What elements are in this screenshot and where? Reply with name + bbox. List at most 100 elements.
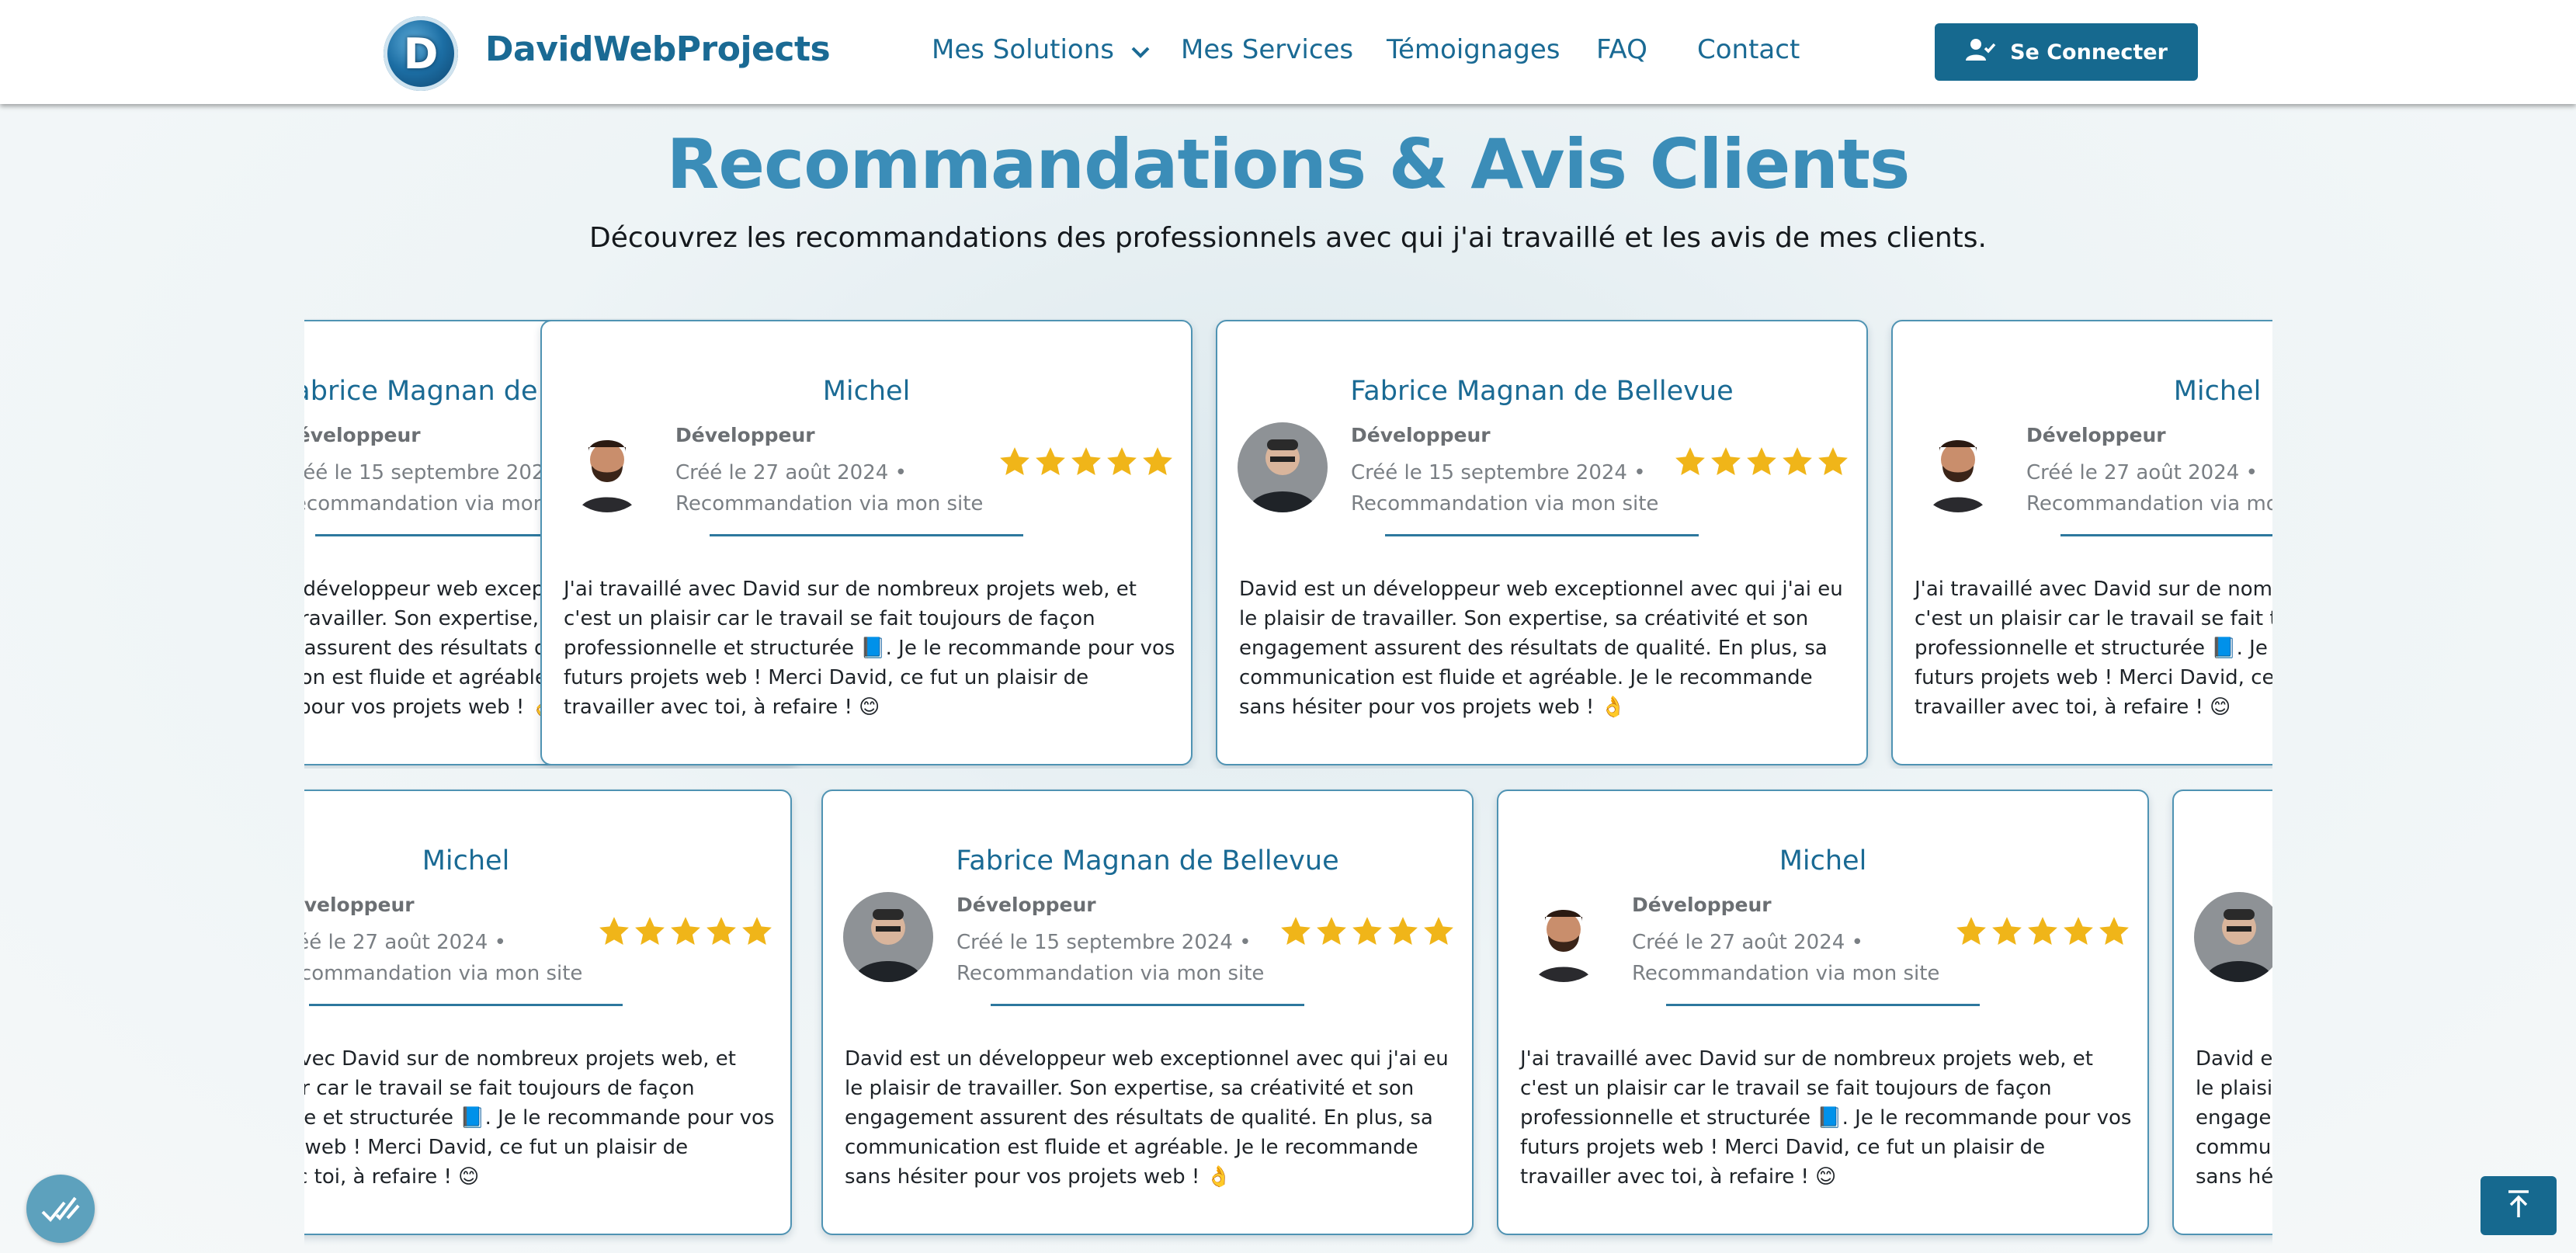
- author-name: Michel: [1779, 845, 1867, 876]
- brand-name[interactable]: DavidWebProjects: [485, 30, 831, 69]
- login-label: Se Connecter: [2010, 40, 2168, 64]
- author-name: Michel: [422, 845, 510, 876]
- site-header: D DavidWebProjects Mes Solutions Mes Ser…: [0, 0, 2576, 104]
- testimonial-text: David est un développeur web exceptionne…: [2196, 1047, 2272, 1189]
- star-icon: [1070, 446, 1102, 480]
- divider: [710, 534, 1023, 536]
- testimonial-source: Recommandation via mon site: [304, 962, 583, 985]
- nav-item-contact[interactable]: Contact: [1697, 34, 1800, 65]
- star-icon: [998, 446, 1031, 480]
- star-rating: [1955, 915, 2130, 949]
- nav-item-testimonials[interactable]: Témoignages: [1387, 34, 1560, 65]
- divider: [2060, 534, 2272, 536]
- star-icon: [1674, 446, 1706, 480]
- testimonials-carousel-row-1[interactable]: Fabrice Magnan de Bellevue Développeur C…: [304, 318, 2272, 769]
- star-icon: [598, 915, 630, 949]
- testimonial-date: Créé le 15 septembre 2024 •: [956, 931, 1252, 954]
- user-check-icon: [1965, 37, 1996, 68]
- star-icon: [2098, 915, 2130, 949]
- accessibility-button[interactable]: [26, 1175, 95, 1243]
- author-role: Développeur: [1632, 894, 1772, 916]
- testimonial-card: Michel Développeur Créé le 27 août 2024 …: [304, 790, 792, 1235]
- testimonial-date: Créé le 27 août 2024 •: [1632, 931, 1863, 954]
- star-icon: [1710, 446, 1742, 480]
- star-icon: [1781, 446, 1814, 480]
- divider: [991, 1004, 1304, 1006]
- testimonial-text: J'ai travaillé avec David sur de nombreu…: [1915, 578, 2272, 719]
- author-role: Développeur: [304, 424, 421, 446]
- testimonial-card: Fabrice Magnan de Bellevue Développeur C…: [1216, 320, 1868, 765]
- testimonial-text: J'ai travaillé avec David sur de nombreu…: [564, 578, 1175, 719]
- nav-item-services[interactable]: Mes Services: [1181, 34, 1353, 65]
- testimonial-card: Michel Développeur Créé le 27 août 2024 …: [1891, 320, 2272, 765]
- testimonial-card: Fabrice Magnan de Bellevue Développeur C…: [2172, 790, 2272, 1235]
- testimonial-card: Fabrice Magnan de Bellevue Développeur C…: [821, 790, 1474, 1235]
- star-icon: [2062, 915, 2095, 949]
- star-icon: [2026, 915, 2059, 949]
- section-title: Recommandations & Avis Clients: [666, 124, 1911, 204]
- star-icon: [705, 915, 738, 949]
- testimonial-date: Créé le 15 septembre 2024 •: [1351, 461, 1646, 484]
- star-icon: [1745, 446, 1778, 480]
- testimonial-text: David est un développeur web exceptionne…: [1239, 578, 1843, 719]
- testimonial-date: Créé le 27 août 2024 •: [304, 931, 506, 954]
- star-icon: [1106, 446, 1138, 480]
- star-icon: [1034, 446, 1067, 480]
- avatar: [1913, 422, 2003, 512]
- testimonial-source: Recommandation via mon site: [2026, 492, 2272, 515]
- avatar: [843, 892, 933, 982]
- testimonial-source: Recommandation via mon site: [1351, 492, 1659, 515]
- section-subtitle: Découvrez les recommandations des profes…: [589, 222, 1987, 254]
- testimonial-meta: Créé le 27 août 2024 • Recommandation vi…: [304, 927, 601, 989]
- testimonial-text: J'ai travaillé avec David sur de nombreu…: [304, 1047, 775, 1189]
- nav-item-solutions[interactable]: Mes Solutions: [932, 34, 1151, 67]
- accessibility-check-icon: [40, 1192, 82, 1226]
- author-name: Fabrice Magnan de Bellevue: [1350, 376, 1734, 407]
- author-role: Développeur: [675, 424, 815, 446]
- author-name: Fabrice Magnan de Bellevue: [2174, 845, 2272, 876]
- star-icon: [741, 915, 773, 949]
- star-rating: [998, 446, 1174, 480]
- avatar: [1238, 422, 1328, 512]
- testimonial-meta: Créé le 27 août 2024 • Recommandation vi…: [675, 457, 1002, 519]
- testimonial-date: Créé le 27 août 2024 •: [2026, 461, 2258, 484]
- author-role: Développeur: [956, 894, 1096, 916]
- divider: [1666, 1004, 1980, 1006]
- star-icon: [1387, 915, 1419, 949]
- star-icon: [1141, 446, 1174, 480]
- back-to-top-button[interactable]: [2481, 1176, 2557, 1235]
- divider: [309, 1004, 623, 1006]
- brand-logo[interactable]: D: [384, 16, 458, 91]
- testimonials-carousel-row-2[interactable]: Michel Développeur Créé le 27 août 2024 …: [304, 788, 2272, 1253]
- author-name: Fabrice Magnan de Bellevue: [956, 845, 1339, 876]
- testimonial-meta: Créé le 27 août 2024 • Recommandation vi…: [1632, 927, 1958, 989]
- testimonial-source: Recommandation via mon site: [1632, 962, 1940, 985]
- divider: [1385, 534, 1699, 536]
- avatar: [1519, 892, 1609, 982]
- avatar: [2194, 892, 2272, 982]
- testimonial-meta: Créé le 15 septembre 2024 • Recommandati…: [956, 927, 1283, 989]
- testimonial-source: Recommandation via mon site: [675, 492, 984, 515]
- star-icon: [1817, 446, 1849, 480]
- author-role: Développeur: [304, 894, 415, 916]
- star-icon: [1315, 915, 1348, 949]
- testimonial-meta: Créé le 15 septembre 2024 • Recommandati…: [1351, 457, 1677, 519]
- author-name: Michel: [2173, 376, 2262, 407]
- testimonial-card: Michel Développeur Créé le 27 août 2024 …: [1497, 790, 2149, 1235]
- star-icon: [634, 915, 666, 949]
- logo-letter: D: [403, 29, 439, 78]
- avatar: [562, 422, 652, 512]
- testimonial-meta: Créé le 27 août 2024 • Recommandation vi…: [2026, 457, 2272, 519]
- star-icon: [1991, 915, 2023, 949]
- author-role: Développeur: [1351, 424, 1491, 446]
- testimonial-card: Michel Développeur Créé le 27 août 2024 …: [540, 320, 1193, 765]
- star-icon: [669, 915, 702, 949]
- star-rating: [1674, 446, 1849, 480]
- star-icon: [1422, 915, 1455, 949]
- author-name: Michel: [822, 376, 911, 407]
- testimonial-date: Créé le 27 août 2024 •: [675, 461, 907, 484]
- testimonial-text: David est un développeur web exceptionne…: [845, 1047, 1449, 1189]
- chevron-down-icon: [1130, 36, 1151, 67]
- login-button[interactable]: Se Connecter: [1935, 23, 2198, 81]
- nav-item-faq[interactable]: FAQ: [1596, 34, 1647, 65]
